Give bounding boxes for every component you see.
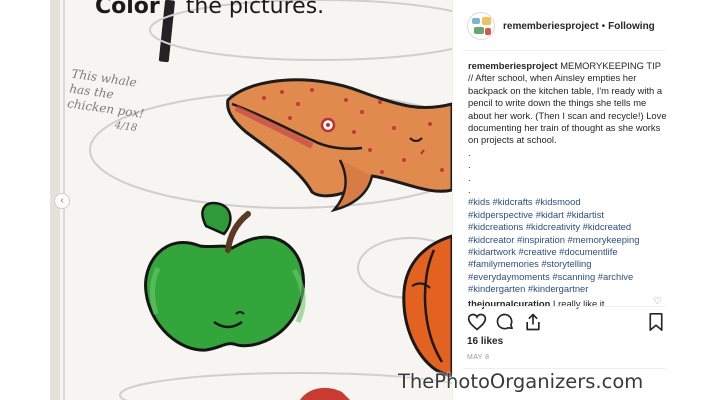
avatar[interactable] — [467, 12, 495, 40]
caption-text: MEMORYKEEPING TIP // After school, when … — [468, 60, 667, 146]
hashtag-line[interactable]: #kidcreator #inspiration #memorykeeping — [468, 234, 668, 246]
watermark: ThePhotoOrganizers.com — [398, 370, 644, 393]
footer-divider — [463, 368, 666, 369]
sheet-title-rest: the pictures. — [185, 0, 325, 19]
whale-drawing — [226, 78, 452, 213]
post-details-panel: rememberiesproject • Following rememberi… — [452, 0, 670, 400]
hashtag-line[interactable]: #kindergarten #kindergartner — [468, 283, 668, 295]
previous-image-button[interactable]: ‹ — [54, 193, 70, 209]
caption-body: rememberiesproject MEMORYKEEPING TIP // … — [468, 60, 668, 147]
likes-count[interactable]: 16 likes — [467, 336, 503, 347]
hashtag-line[interactable]: #kidcreations #kidcreativity #kidcreated — [468, 221, 668, 233]
actions-divider — [463, 306, 666, 307]
post-photo: Color the pictures. This whale has the ch… — [50, 0, 452, 400]
comment-icon[interactable] — [495, 312, 515, 337]
handwritten-note: This whale has the chicken pox! 4/18 — [64, 67, 154, 138]
heart-icon[interactable] — [467, 312, 487, 337]
hashtag-line[interactable]: #familymemories #storytelling — [468, 258, 668, 270]
chevron-left-icon: ‹ — [60, 195, 64, 206]
hashtag-line[interactable]: #kidperspective #kidart #kidartist — [468, 209, 668, 221]
bookmark-icon[interactable] — [647, 312, 665, 337]
sheet-title-bold: Color — [95, 0, 160, 19]
caption-dot: . — [468, 184, 471, 196]
caption: rememberiesproject MEMORYKEEPING TIP // … — [468, 60, 668, 310]
caption-dots: . . . . — [468, 147, 668, 197]
post-header: rememberiesproject • Following — [467, 10, 655, 42]
hashtag-line[interactable]: #everydaymoments #scanning #archive — [468, 271, 668, 283]
separator-dot: • — [601, 20, 606, 32]
caption-dot: . — [468, 146, 471, 158]
hashtag-line[interactable]: #kidartwork #creative #documentlife — [468, 246, 668, 258]
post-date: MAY 8 — [467, 354, 490, 361]
action-bar — [467, 312, 663, 332]
coloring-sheet-illustration — [50, 0, 452, 400]
following-button[interactable]: Following — [608, 21, 655, 32]
handwritten-note-text: This whale has the chicken pox! — [66, 66, 146, 121]
apple-drawing — [144, 201, 306, 352]
hashtags: #kids #kidcrafts #kidsmood #kidperspecti… — [468, 196, 668, 295]
comment: thejournalcuration I really like it — [468, 298, 668, 310]
caption-dot: . — [468, 171, 471, 183]
header-divider — [463, 50, 666, 51]
sheet-title: Color the pictures. — [95, 0, 324, 19]
share-icon[interactable] — [523, 312, 543, 337]
comment-username[interactable]: thejournalcuration — [468, 298, 550, 309]
caption-dot: . — [468, 159, 471, 171]
hashtag-line[interactable]: #kids #kidcrafts #kidsmood — [468, 196, 668, 208]
header-username[interactable]: rememberiesproject — [503, 21, 599, 32]
comment-text: I really like it — [552, 297, 605, 309]
caption-username[interactable]: rememberiesproject — [468, 60, 558, 71]
pumpkin-drawing — [402, 234, 452, 378]
